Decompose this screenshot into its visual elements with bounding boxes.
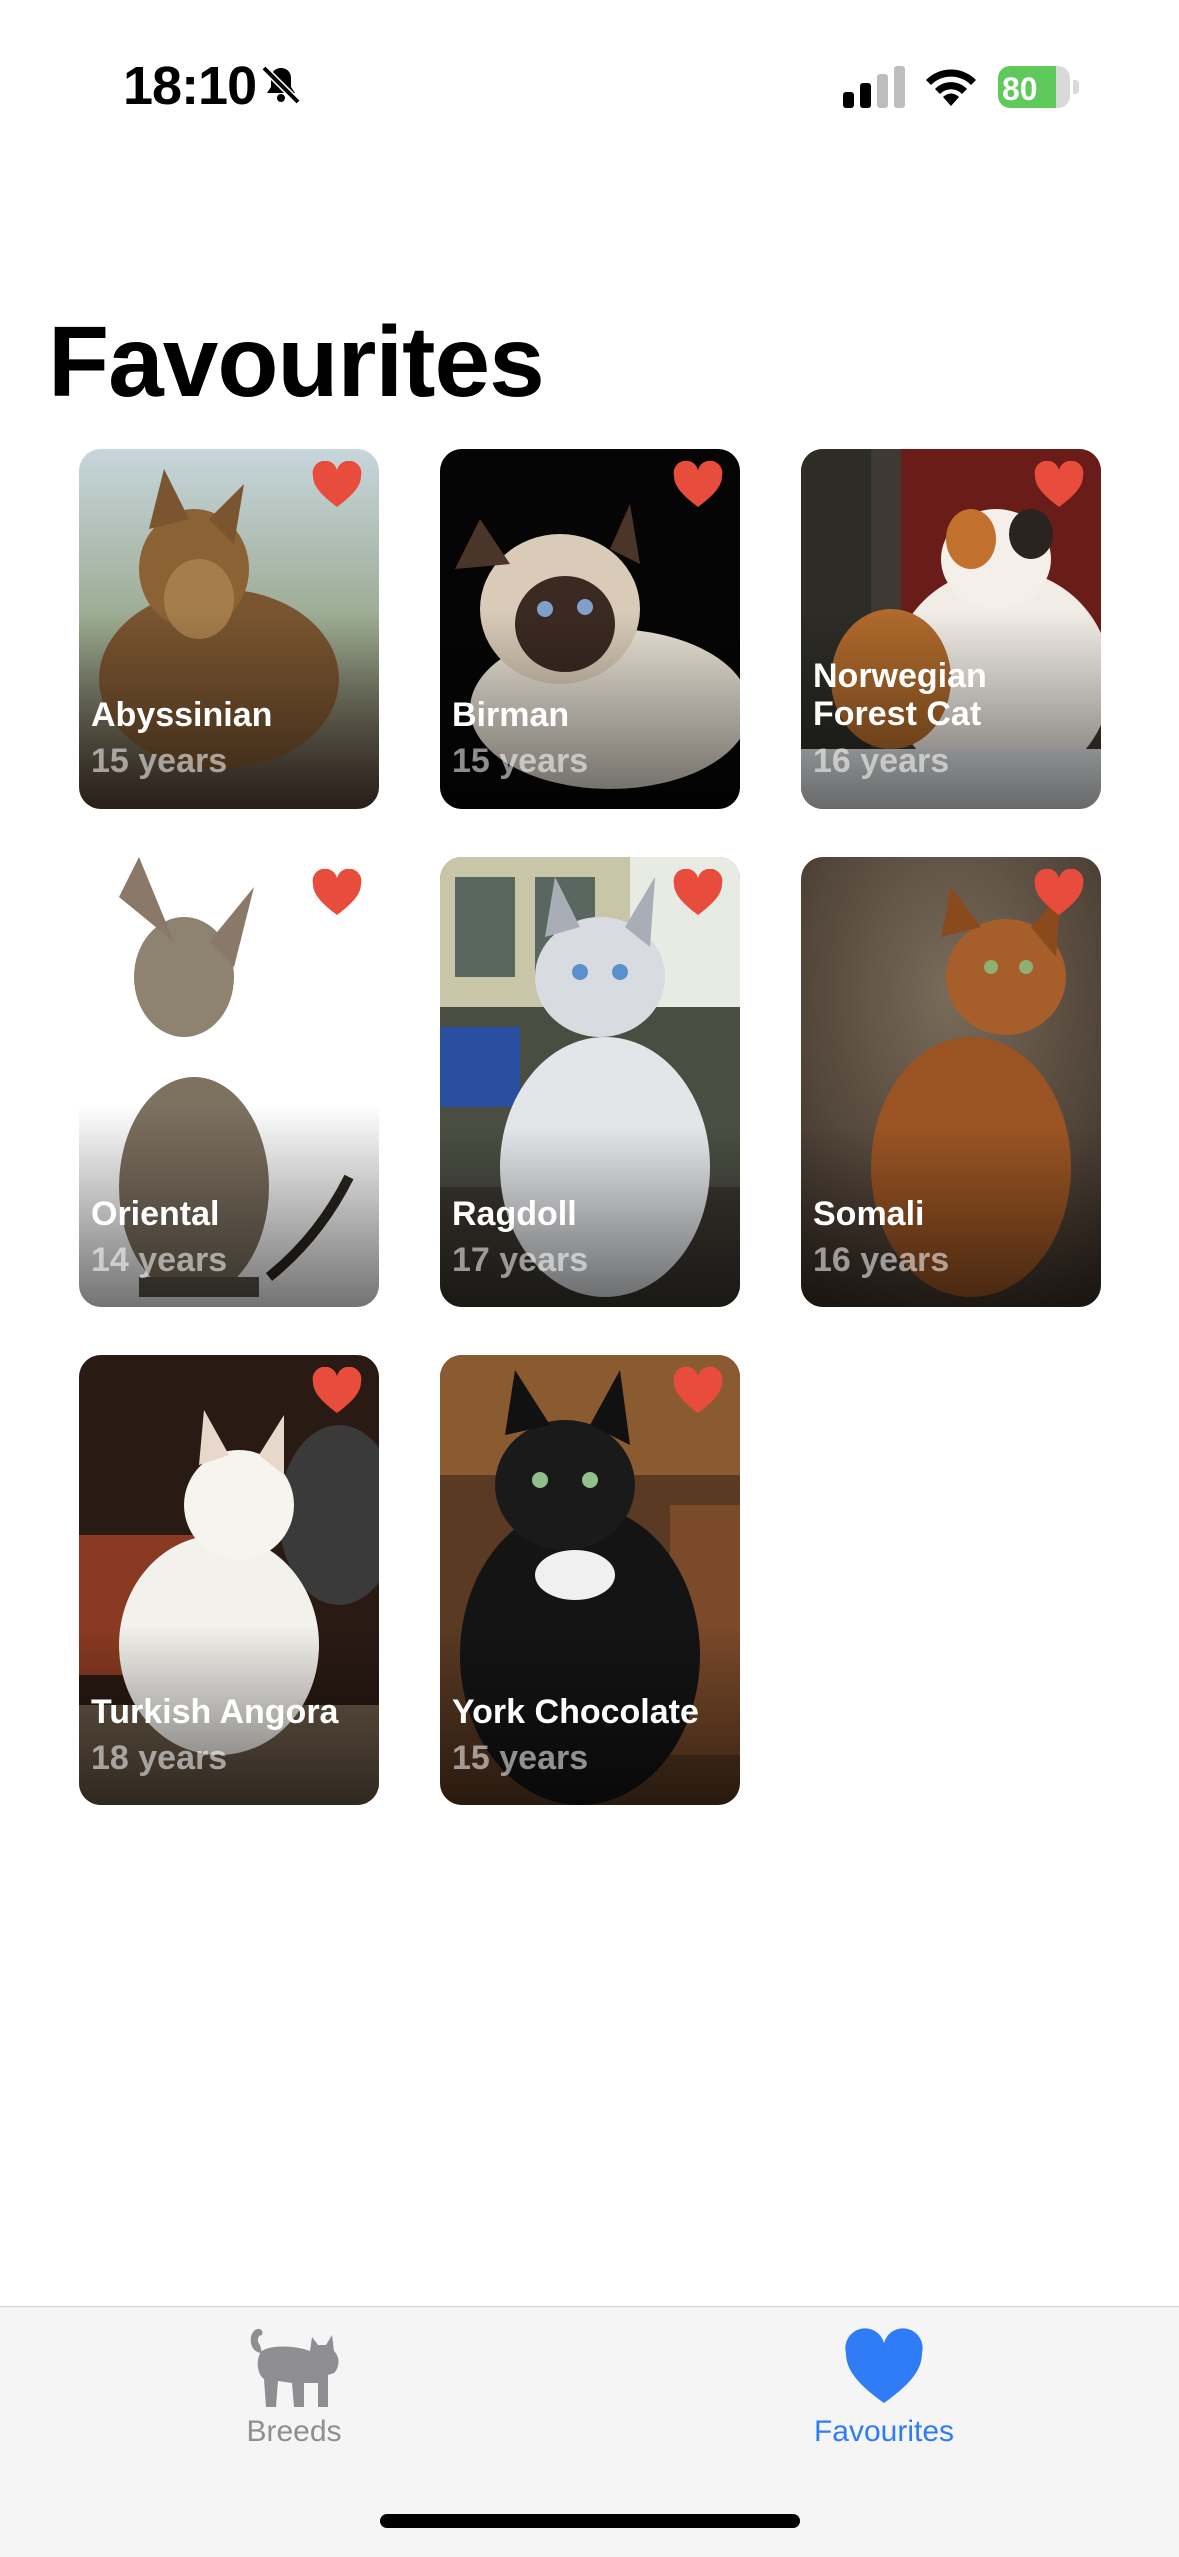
status-bar: 18:10 80 [0,0,1179,170]
page-title: Favourites [48,306,545,418]
breed-age: 15 years [91,742,228,780]
breed-card[interactable]: Turkish Angora 18 years [79,1355,379,1805]
heart-icon[interactable] [672,1367,724,1415]
breed-age: 16 years [813,742,950,780]
heart-icon[interactable] [672,461,724,509]
heart-icon[interactable] [311,869,363,917]
cat-icon [250,2328,339,2407]
breed-card[interactable]: Oriental 14 years [79,857,379,1307]
status-time: 18:10 [123,56,257,116]
heart-icon [845,2328,923,2403]
wifi-icon [926,69,976,106]
breed-name: Abyssinian [91,696,273,734]
home-indicator[interactable] [380,2514,800,2528]
breed-card[interactable]: Birman 15 years [440,449,740,809]
breed-card[interactable]: Norwegian Forest Cat 16 years [801,449,1101,809]
heart-icon[interactable] [1033,869,1085,917]
tab-breeds[interactable]: Breeds [144,2323,444,2473]
breed-card[interactable]: Ragdoll 17 years [440,857,740,1307]
breed-card[interactable]: Abyssinian 15 years [79,449,379,809]
breed-age: 17 years [452,1241,589,1279]
breed-name: Oriental [91,1195,220,1233]
breed-name: Birman [452,696,570,734]
cellular-signal-icon [843,66,905,108]
breed-name: Somali [813,1195,925,1233]
heart-icon[interactable] [311,1367,363,1415]
bell-slash-icon [261,65,301,105]
battery-indicator: 80 [998,66,1080,108]
battery-percent: 80 [1002,71,1038,107]
breed-name: Turkish Angora [91,1693,339,1731]
breed-age: 16 years [813,1241,950,1279]
heart-icon[interactable] [1033,461,1085,509]
breed-age: 15 years [452,742,589,780]
breed-age: 14 years [91,1241,228,1279]
breed-name: Ragdoll [452,1195,577,1233]
tab-breeds-label: Breeds [246,2415,342,2448]
breed-card[interactable]: York Chocolate 15 years [440,1355,740,1805]
breed-age: 18 years [91,1739,228,1777]
breed-name: York Chocolate [452,1693,699,1731]
breed-name: Norwegian Forest Cat [813,657,987,733]
breed-age: 15 years [452,1739,589,1777]
tab-favourites[interactable]: Favourites [734,2323,1034,2473]
heart-icon[interactable] [311,461,363,509]
breed-card[interactable]: Somali 16 years [801,857,1101,1307]
heart-icon[interactable] [672,869,724,917]
tab-favourites-label: Favourites [813,2415,955,2448]
